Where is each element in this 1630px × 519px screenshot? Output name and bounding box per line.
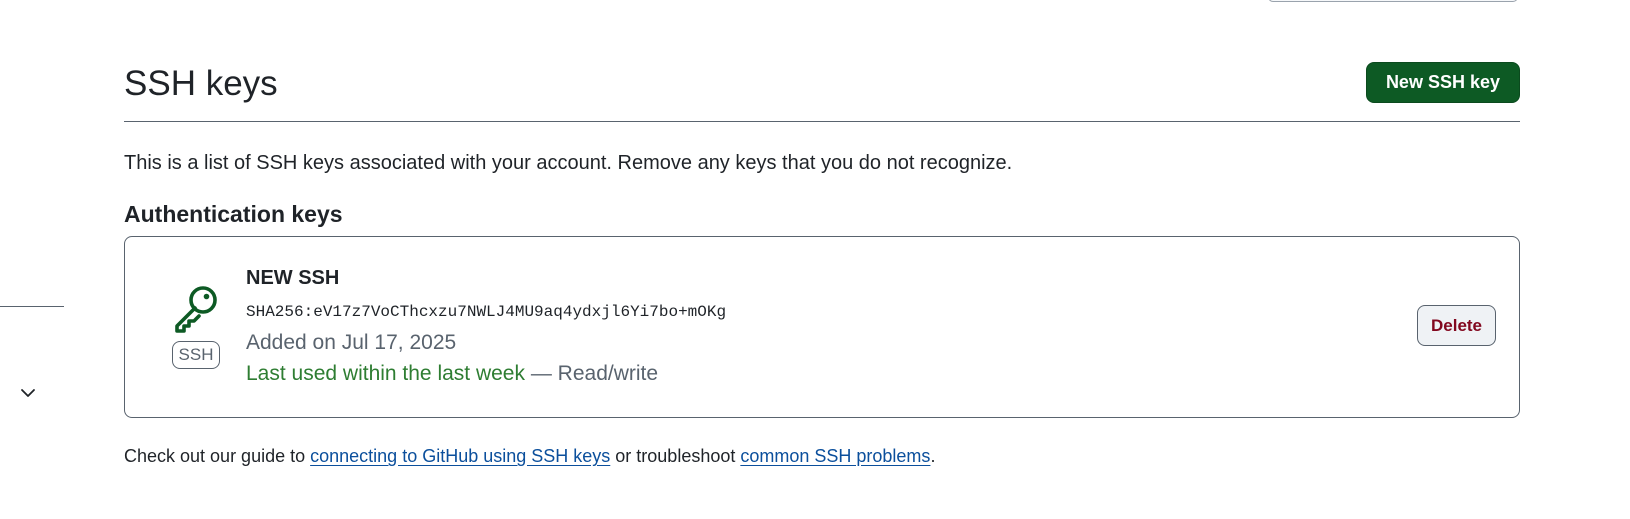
key-usage: Last used within the last week — Read/wr…	[246, 360, 658, 388]
page-title: SSH keys	[124, 64, 278, 103]
help-text: Check out our guide to connecting to Git…	[124, 444, 935, 468]
delete-key-button[interactable]: Delete	[1417, 305, 1496, 346]
key-access-level: — Read/write	[525, 362, 659, 385]
ssh-key-item: SSH NEW SSH SHA256:eV17z7VoCThcxzu7NWLJ4…	[124, 236, 1520, 418]
key-last-used: Last used within the last week	[246, 362, 525, 385]
chevron-down-icon[interactable]	[19, 384, 37, 402]
intro-text: This is a list of SSH keys associated wi…	[124, 152, 1013, 174]
help-text-suffix: .	[930, 446, 936, 466]
key-icon	[175, 286, 217, 333]
ssh-settings-page: SSH keys New SSH key This is a list of S…	[0, 0, 1630, 519]
ssh-guide-link[interactable]: connecting to GitHub using SSH keys	[310, 446, 610, 466]
ssh-problems-link[interactable]: common SSH problems	[740, 446, 930, 466]
key-added-date: Added on Jul 17, 2025	[246, 331, 457, 354]
key-type-badge: SSH	[172, 341, 220, 369]
authentication-keys-heading: Authentication keys	[124, 201, 343, 227]
key-icon-column: SSH	[172, 283, 226, 373]
section-header: SSH keys New SSH key	[124, 58, 1520, 122]
help-text-prefix: Check out our guide to	[124, 446, 311, 466]
previous-section-button[interactable]	[1268, 0, 1518, 2]
new-ssh-key-button[interactable]: New SSH key	[1365, 62, 1520, 103]
key-fingerprint: SHA256:eV17z7VoCThcxzu7NWLJ4MU9aq4ydxjl6…	[246, 303, 727, 321]
key-title: NEW SSH	[246, 267, 340, 289]
sidebar-divider	[0, 306, 64, 307]
help-text-middle: or troubleshoot	[610, 446, 741, 466]
